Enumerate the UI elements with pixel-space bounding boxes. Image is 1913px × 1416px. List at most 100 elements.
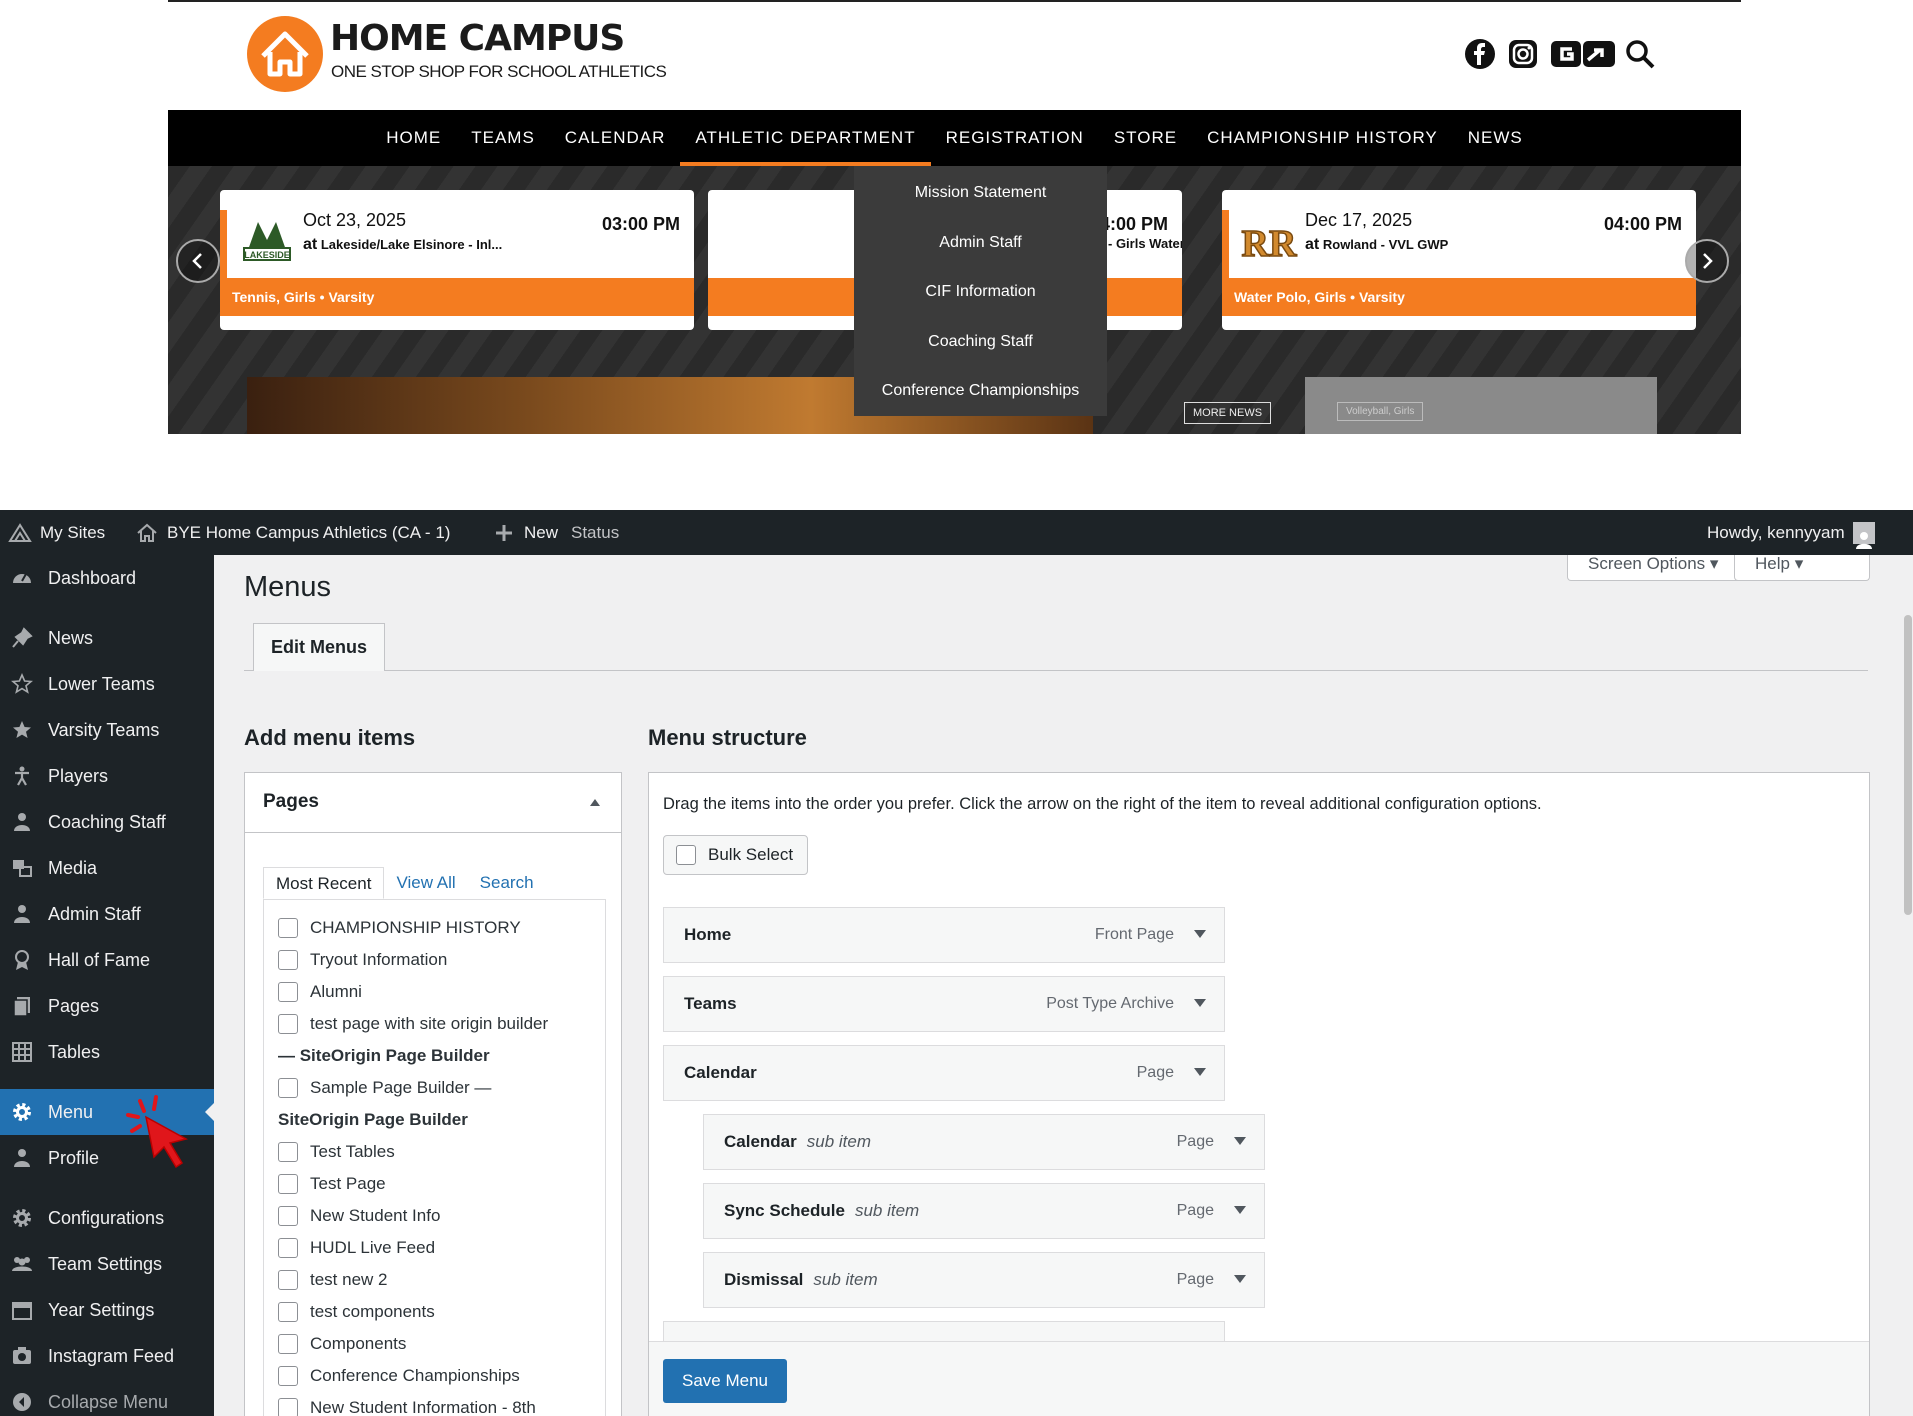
- account-menu[interactable]: Howdy, kennyyam: [1707, 510, 1875, 555]
- sidebar-item-news[interactable]: News: [0, 615, 214, 661]
- sidebar-item-coaching-staff[interactable]: Coaching Staff: [0, 799, 214, 845]
- pages-box-header[interactable]: Pages: [245, 773, 621, 833]
- tab-view-all[interactable]: View All: [384, 867, 467, 899]
- page-checklist-item[interactable]: Conference Championships: [278, 1360, 605, 1392]
- help-button[interactable]: Help ▾: [1734, 555, 1870, 581]
- page-checkbox[interactable]: [278, 1206, 298, 1226]
- nav-calendar[interactable]: CALENDAR: [550, 110, 681, 166]
- dropdown-coaching-staff[interactable]: Coaching Staff: [854, 317, 1107, 367]
- nav-teams[interactable]: TEAMS: [456, 110, 550, 166]
- page-checkbox[interactable]: [278, 982, 298, 1002]
- scrollbar-thumb[interactable]: [1904, 615, 1912, 915]
- sidebar-item-admin-staff[interactable]: Admin Staff: [0, 891, 214, 937]
- page-checkbox[interactable]: [278, 1174, 298, 1194]
- page-checkbox[interactable]: [278, 1014, 298, 1034]
- bulk-select-checkbox[interactable]: [676, 845, 696, 865]
- my-sites-link[interactable]: My Sites: [8, 510, 105, 555]
- page-checkbox[interactable]: [278, 918, 298, 938]
- page-checklist-item[interactable]: CHAMPIONSHIP HISTORY: [278, 912, 605, 944]
- page-checklist-item[interactable]: SiteOrigin Page Builder: [278, 1104, 605, 1136]
- sidebar-item-collapse-menu[interactable]: Collapse Menu: [0, 1379, 214, 1416]
- page-checkbox[interactable]: [278, 1334, 298, 1354]
- expand-arrow-icon[interactable]: [1194, 999, 1206, 1007]
- menu-item[interactable]: Teams Post Type Archive: [663, 976, 1225, 1032]
- menu-item[interactable]: Calendar sub item Page: [703, 1114, 1265, 1170]
- page-checklist-item[interactable]: Test Tables: [278, 1136, 605, 1168]
- page-checklist-item[interactable]: HUDL Live Feed: [278, 1232, 605, 1264]
- page-checklist-item[interactable]: Components: [278, 1328, 605, 1360]
- home-logo-icon[interactable]: [247, 16, 323, 92]
- page-checkbox[interactable]: [278, 1398, 298, 1416]
- page-checklist-item[interactable]: Alumni: [278, 976, 605, 1008]
- sidebar-item-varsity-teams[interactable]: Varsity Teams: [0, 707, 214, 753]
- slider-next-button[interactable]: [1685, 239, 1729, 283]
- page-checklist-item[interactable]: test components: [278, 1296, 605, 1328]
- nav-news[interactable]: NEWS: [1453, 110, 1538, 166]
- menu-item[interactable]: Home Front Page: [663, 907, 1225, 963]
- page-checkbox[interactable]: [278, 1366, 298, 1386]
- new-content-link[interactable]: New: [492, 510, 558, 555]
- page-checklist-item[interactable]: Test Page: [278, 1168, 605, 1200]
- expand-arrow-icon[interactable]: [1194, 930, 1206, 938]
- sidebar-item-instagram-feed[interactable]: Instagram Feed: [0, 1333, 214, 1379]
- slider-prev-button[interactable]: [176, 239, 220, 283]
- tab-edit-menus[interactable]: Edit Menus: [253, 623, 385, 671]
- sidebar-item-media[interactable]: Media: [0, 845, 214, 891]
- bulk-select[interactable]: Bulk Select: [663, 835, 809, 875]
- page-checkbox[interactable]: [278, 1142, 298, 1162]
- page-checklist-item[interactable]: test new 2: [278, 1264, 605, 1296]
- gofan-icon[interactable]: [1550, 38, 1616, 70]
- logo-title[interactable]: HOME CAMPUS: [330, 18, 625, 59]
- menu-item[interactable]: Dismissal sub item Page: [703, 1252, 1265, 1308]
- page-checkbox[interactable]: [278, 1078, 298, 1098]
- expand-arrow-icon[interactable]: [1234, 1206, 1246, 1214]
- page-checkbox[interactable]: [278, 1302, 298, 1322]
- sidebar-item-tables[interactable]: Tables: [0, 1029, 214, 1075]
- nav-championship-history[interactable]: CHAMPIONSHIP HISTORY: [1192, 110, 1453, 166]
- page-checkbox[interactable]: [278, 1238, 298, 1258]
- page-checklist-item[interactable]: New Student Info: [278, 1200, 605, 1232]
- nav-registration[interactable]: REGISTRATION: [931, 110, 1099, 166]
- nav-store[interactable]: STORE: [1099, 110, 1192, 166]
- expand-arrow-icon[interactable]: [1194, 1068, 1206, 1076]
- more-news-button[interactable]: MORE NEWS: [1184, 402, 1272, 424]
- expand-arrow-icon[interactable]: [1234, 1275, 1246, 1283]
- page-checklist-item[interactable]: Tryout Information: [278, 944, 605, 976]
- save-menu-button[interactable]: Save Menu: [663, 1359, 787, 1403]
- page-checklist-item[interactable]: test page with site origin builder: [278, 1008, 605, 1040]
- dropdown-conference-championships[interactable]: Conference Championships: [854, 366, 1107, 416]
- sidebar-item-players[interactable]: Players: [0, 753, 214, 799]
- site-name-link[interactable]: BYE Home Campus Athletics (CA - 1): [135, 510, 450, 555]
- page-checkbox[interactable]: [278, 1270, 298, 1290]
- dropdown-admin-staff[interactable]: Admin Staff: [854, 218, 1107, 268]
- sidebar-item-dashboard[interactable]: Dashboard: [0, 555, 214, 601]
- page-checklist-item[interactable]: Sample Page Builder —: [278, 1072, 605, 1104]
- facebook-icon[interactable]: [1464, 38, 1496, 70]
- nav-athletic-department[interactable]: ATHLETIC DEPARTMENT: [680, 110, 931, 166]
- page-scrollbar[interactable]: [1903, 555, 1913, 1416]
- game-card[interactable]: RR Dec 17, 2025 04:00 PM at Rowland - VV…: [1222, 190, 1696, 330]
- status-link[interactable]: Status: [571, 510, 619, 555]
- tab-most-recent[interactable]: Most Recent: [263, 867, 385, 899]
- page-checklist-item[interactable]: — SiteOrigin Page Builder: [278, 1040, 605, 1072]
- sidebar-item-configurations[interactable]: Configurations: [0, 1195, 214, 1241]
- dropdown-mission-statement[interactable]: Mission Statement: [854, 168, 1107, 218]
- sidebar-item-lower-teams[interactable]: Lower Teams: [0, 661, 214, 707]
- sidebar-item-team-settings[interactable]: Team Settings: [0, 1241, 214, 1287]
- expand-arrow-icon[interactable]: [1234, 1137, 1246, 1145]
- search-icon[interactable]: [1624, 38, 1656, 70]
- sidebar-item-pages[interactable]: Pages: [0, 983, 214, 1029]
- sidebar-item-year-settings[interactable]: Year Settings: [0, 1287, 214, 1333]
- page-checkbox[interactable]: [278, 950, 298, 970]
- dropdown-cif-information[interactable]: CIF Information: [854, 267, 1107, 317]
- volleyball-tag[interactable]: Volleyball, Girls: [1337, 402, 1424, 421]
- sidebar-item-hall-of-fame[interactable]: Hall of Fame: [0, 937, 214, 983]
- page-checklist-item[interactable]: New Student Information - 8th: [278, 1392, 605, 1416]
- nav-home[interactable]: HOME: [371, 110, 456, 166]
- menu-item[interactable]: Sync Schedule sub item Page: [703, 1183, 1265, 1239]
- game-card[interactable]: LAKESIDE Oct 23, 2025 03:00 PM at Lakesi…: [220, 190, 694, 330]
- instagram-icon[interactable]: [1507, 38, 1539, 70]
- screen-options-button[interactable]: Screen Options ▾: [1567, 555, 1758, 581]
- menu-item[interactable]: Calendar Page: [663, 1045, 1225, 1101]
- tab-search[interactable]: Search: [468, 867, 546, 899]
